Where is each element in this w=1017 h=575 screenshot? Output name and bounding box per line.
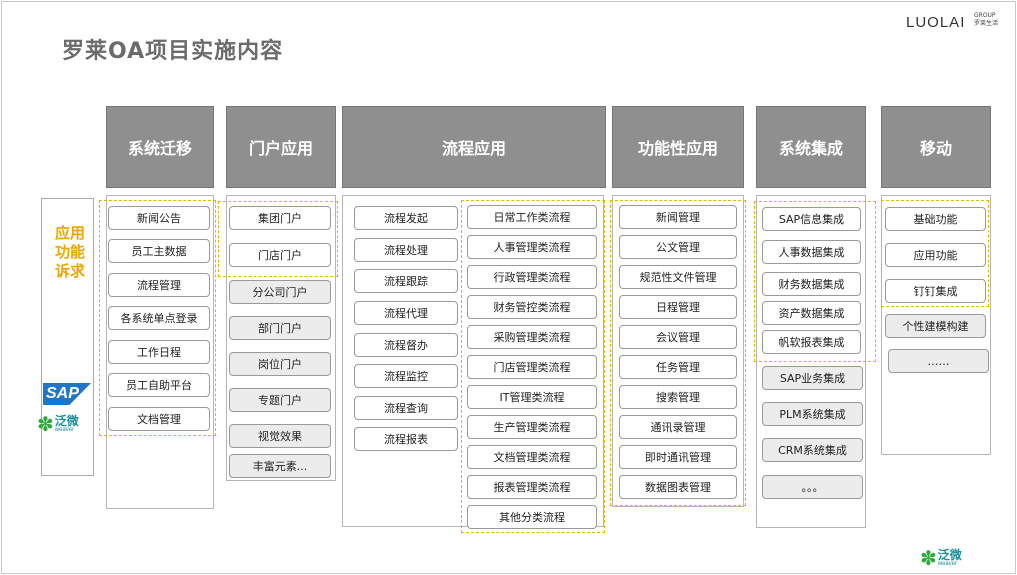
weaver-flower-icon: ✽ [920, 546, 937, 570]
portal-item-other: 专题门户 [229, 388, 331, 412]
migration-item: 员工主数据 [108, 239, 210, 263]
page-title: 罗莱OA项目实施内容 [62, 39, 284, 64]
workflow-type-item: 报表管理类流程 [467, 475, 597, 499]
workflow-op-item: 流程报表 [354, 427, 458, 451]
workflow-type-item: 文档管理类流程 [467, 445, 597, 469]
integration-item: 财务数据集成 [762, 272, 861, 296]
portal-item-other: 视觉效果 [229, 424, 331, 448]
side-label: 应用功能诉求 [54, 224, 85, 280]
migration-item: 各系统单点登录 [108, 306, 210, 330]
mobile-item: 钉钉集成 [885, 279, 986, 303]
integration-item: 资产数据集成 [762, 301, 861, 325]
integration-item-other: PLM系统集成 [762, 402, 863, 426]
workflow-op-item: 流程查询 [354, 396, 458, 420]
workflow-op-item: 流程督办 [354, 333, 458, 357]
header-mobile: 移动 [881, 106, 991, 188]
header-migration: 系统迁移 [106, 106, 214, 188]
workflow-type-item: 生产管理类流程 [467, 415, 597, 439]
luolai-logo: LUOLAI GROUP 罗莱生活 [906, 12, 998, 31]
logo-name: LUOLAI [906, 14, 966, 31]
functional-item: 新闻管理 [619, 205, 737, 229]
workflow-type-item: 门店管理类流程 [467, 355, 597, 379]
migration-item: 工作日程 [108, 340, 210, 364]
mobile-item: 基础功能 [885, 207, 986, 231]
functional-item: 通讯录管理 [619, 415, 737, 439]
weaver-en: weaver [54, 426, 75, 433]
header-functional: 功能性应用 [612, 106, 744, 188]
integration-item: SAP信息集成 [762, 207, 861, 231]
functional-item: 即时通讯管理 [619, 445, 737, 469]
portal-item: 门店门户 [229, 243, 331, 267]
weaver-en: weaver [937, 560, 958, 567]
workflow-op-item: 流程代理 [354, 301, 458, 325]
header-portal: 门户应用 [226, 106, 336, 188]
weaver-cn: 泛微 [937, 547, 962, 562]
functional-item: 任务管理 [619, 355, 737, 379]
weaver-logo-footer: ✽ 泛微 weaver [920, 548, 962, 568]
workflow-op-item: 流程处理 [354, 238, 458, 262]
functional-item: 规范性文件管理 [619, 265, 737, 289]
functional-item: 公文管理 [619, 235, 737, 259]
integration-item-other: 。。。 [762, 475, 863, 499]
functional-item: 数据图表管理 [619, 475, 737, 499]
portal-item-other: 岗位门户 [229, 352, 331, 376]
workflow-type-item: 人事管理类流程 [467, 235, 597, 259]
portal-item-other: 丰富元素... [229, 454, 331, 478]
portal-item-other: 分公司门户 [229, 280, 331, 304]
weaver-flower-icon: ✽ [37, 412, 54, 436]
integration-item: 帆软报表集成 [762, 330, 861, 354]
mobile-item-other: …… [888, 349, 989, 373]
workflow-op-item: 流程发起 [354, 206, 458, 230]
logo-group: GROUP [974, 12, 996, 19]
integration-item: 人事数据集成 [762, 240, 861, 264]
header-integration: 系统集成 [756, 106, 866, 188]
migration-item: 员工自助平台 [108, 373, 210, 397]
weaver-logo-side: ✽ 泛微 weaver [37, 414, 79, 434]
integration-item-other: SAP业务集成 [762, 366, 863, 390]
workflow-type-item: 财务管控类流程 [467, 295, 597, 319]
header-workflow: 流程应用 [342, 106, 606, 188]
workflow-type-item: IT管理类流程 [467, 385, 597, 409]
migration-item: 新闻公告 [108, 206, 210, 230]
workflow-type-item: 采购管理类流程 [467, 325, 597, 349]
portal-item: 集团门户 [229, 206, 331, 230]
weaver-cn: 泛微 [54, 413, 79, 428]
workflow-op-item: 流程跟踪 [354, 269, 458, 293]
workflow-type-item: 行政管理类流程 [467, 265, 597, 289]
portal-item-other: 部门门户 [229, 316, 331, 340]
logo-sub-cn: 罗莱生活 [974, 20, 999, 27]
workflow-type-item: 日常工作类流程 [467, 205, 597, 229]
functional-item: 日程管理 [619, 295, 737, 319]
integration-item-other: CRM系统集成 [762, 438, 863, 462]
mobile-item-other: 个性建模构建 [885, 314, 986, 338]
migration-item: 文档管理 [108, 407, 210, 431]
migration-item: 流程管理 [108, 273, 210, 297]
workflow-type-item: 其他分类流程 [467, 505, 597, 529]
functional-item: 会议管理 [619, 325, 737, 349]
logo-sub: GROUP 罗莱生活 [974, 12, 998, 28]
functional-item: 搜索管理 [619, 385, 737, 409]
workflow-op-item: 流程监控 [354, 364, 458, 388]
mobile-item: 应用功能 [885, 243, 986, 267]
